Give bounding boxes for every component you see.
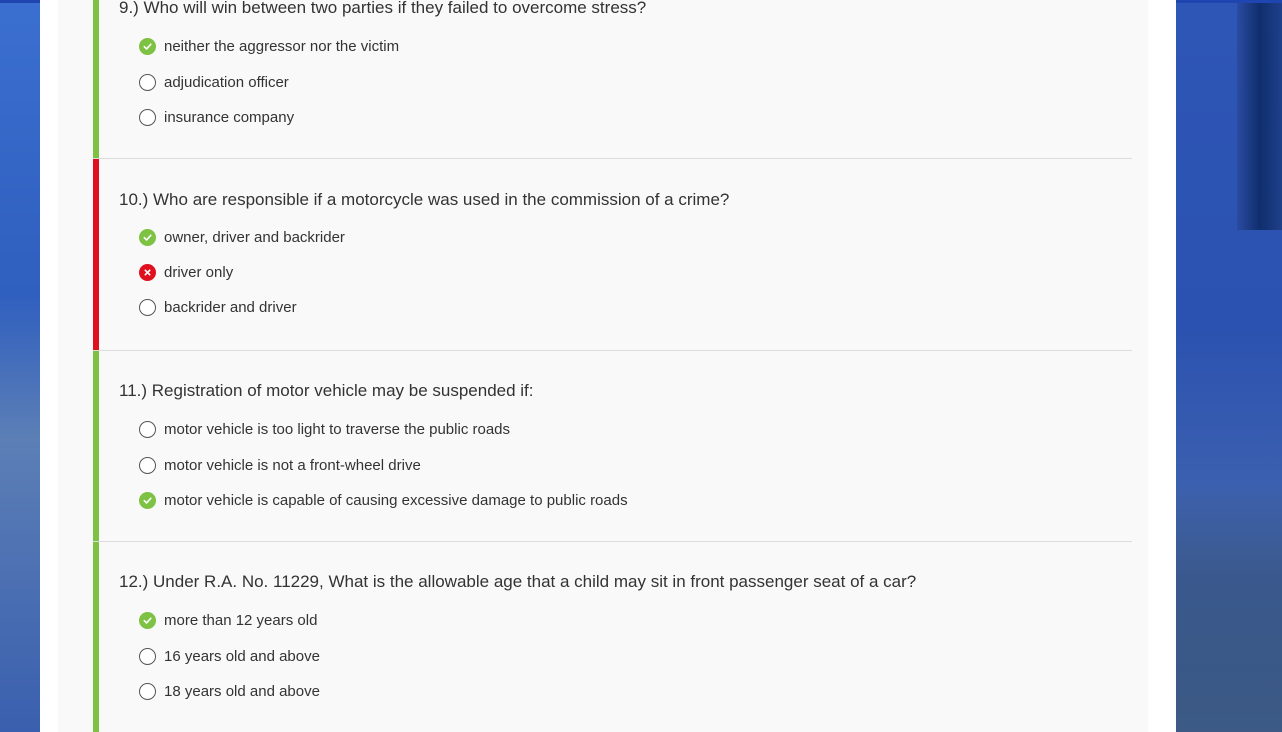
question-status-bar — [93, 0, 99, 158]
answer-option[interactable]: 16 years old and above — [139, 645, 320, 667]
answer-option-label: motor vehicle is not a front-wheel drive — [164, 456, 421, 474]
answer-option[interactable]: 18 years old and above — [139, 680, 320, 702]
background-left — [0, 0, 40, 732]
background-tower-image — [1237, 0, 1282, 230]
question-text: 11.) Registration of motor vehicle may b… — [119, 381, 534, 400]
answer-option[interactable]: driver only — [139, 261, 233, 283]
answer-option-label: 16 years old and above — [164, 647, 320, 665]
background-trees-image — [1176, 482, 1282, 732]
question-status-bar — [93, 159, 99, 350]
answer-option[interactable]: motor vehicle is too light to traverse t… — [139, 418, 510, 440]
answer-option-label: neither the aggressor nor the victim — [164, 37, 400, 55]
answer-option[interactable]: backrider and driver — [139, 296, 297, 318]
answer-option[interactable]: motor vehicle is capable of causing exce… — [139, 489, 628, 511]
answer-option-label: owner, driver and backrider — [164, 228, 345, 246]
check-icon[interactable] — [139, 491, 156, 509]
question-status-bar — [93, 542, 99, 732]
radio-icon[interactable] — [139, 682, 156, 700]
answer-option-label: more than 12 years old — [164, 611, 318, 629]
answer-option[interactable]: more than 12 years old — [139, 609, 317, 631]
question-text: 10.) Who are responsible if a motorcycle… — [119, 190, 730, 209]
answer-option-label: adjudication officer — [164, 73, 289, 91]
answer-option[interactable]: neither the aggressor nor the victim — [139, 35, 399, 57]
question-status-bar — [93, 351, 99, 541]
check-icon[interactable] — [139, 228, 156, 246]
radio-icon[interactable] — [139, 647, 156, 665]
radio-icon[interactable] — [139, 298, 156, 316]
answer-option-label: backrider and driver — [164, 298, 297, 316]
cross-icon[interactable] — [139, 263, 156, 281]
answer-option-label: motor vehicle is too light to traverse t… — [164, 420, 511, 438]
question-12: 12.) Under R.A. No. 11229, What is the a… — [93, 542, 1132, 732]
question-10: 10.) Who are responsible if a motorcycle… — [93, 159, 1132, 351]
answer-option-label: driver only — [164, 263, 234, 281]
check-icon[interactable] — [139, 611, 156, 629]
background-right — [1176, 0, 1282, 732]
radio-icon[interactable] — [139, 420, 156, 438]
answer-option[interactable]: adjudication officer — [139, 71, 289, 93]
check-icon[interactable] — [139, 37, 156, 55]
question-9: 9.) Who will win between two parties if … — [93, 0, 1132, 159]
answer-option[interactable]: owner, driver and backrider — [139, 226, 345, 248]
radio-icon[interactable] — [139, 73, 156, 91]
answer-option-label: motor vehicle is capable of causing exce… — [164, 491, 628, 509]
question-text: 9.) Who will win between two parties if … — [119, 0, 647, 17]
answer-option-label: insurance company — [164, 108, 295, 126]
radio-icon[interactable] — [139, 108, 156, 126]
answer-option[interactable]: insurance company — [139, 106, 294, 128]
question-text: 12.) Under R.A. No. 11229, What is the a… — [119, 572, 917, 591]
answer-option[interactable]: motor vehicle is not a front-wheel drive — [139, 454, 421, 476]
radio-icon[interactable] — [139, 456, 156, 474]
question-11: 11.) Registration of motor vehicle may b… — [93, 351, 1132, 542]
answer-option-label: 18 years old and above — [164, 682, 320, 700]
